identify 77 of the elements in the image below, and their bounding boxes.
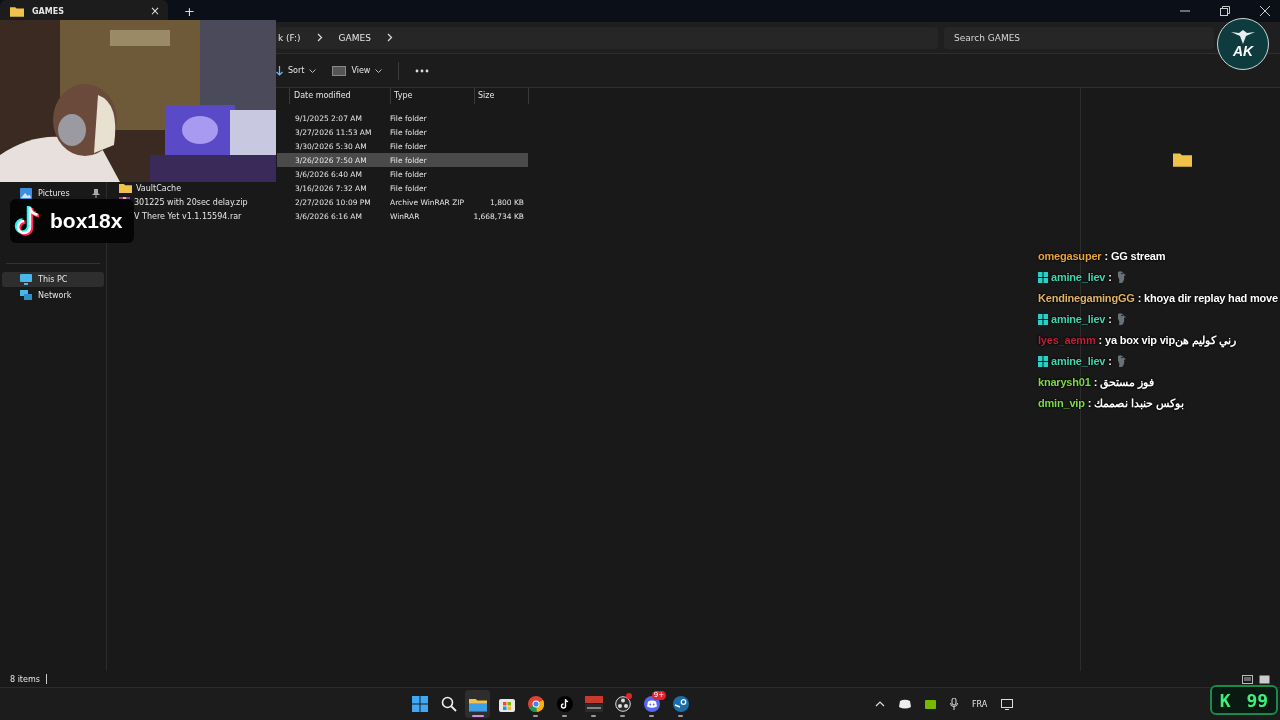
note-icon bbox=[556, 696, 573, 712]
separator-colon: : bbox=[1087, 397, 1092, 409]
column-header[interactable]: Type bbox=[391, 88, 475, 104]
caret-icon bbox=[309, 68, 317, 73]
item-count: 8 items bbox=[10, 674, 40, 684]
chat-username: omegasuper bbox=[1038, 250, 1102, 262]
sidebar-item[interactable]: This PC bbox=[2, 272, 104, 287]
gpu-icon[interactable] bbox=[925, 699, 936, 709]
search-icon bbox=[440, 696, 457, 712]
separator-colon: : bbox=[1108, 313, 1112, 325]
file-name: VaultCache bbox=[136, 183, 182, 193]
chat-username: dmin_vip bbox=[1038, 397, 1085, 409]
monitor-icon[interactable] bbox=[1001, 698, 1014, 710]
network-icon bbox=[20, 290, 32, 301]
file-name: 301225 with 20sec delay.zip bbox=[134, 197, 248, 207]
chat-app-icon bbox=[643, 696, 660, 712]
language-indicator[interactable]: FRA bbox=[972, 699, 988, 709]
toolbar-button[interactable]: View bbox=[332, 65, 383, 76]
separator-colon: : bbox=[1093, 376, 1098, 388]
column-header[interactable]: Date modified bbox=[289, 88, 391, 104]
close-tab-button[interactable]: × bbox=[149, 4, 160, 18]
file-name: V There Yet v1.1.15594.rar bbox=[134, 211, 242, 221]
taskbar-app[interactable] bbox=[465, 690, 490, 718]
chat-username: lyes_aemm bbox=[1038, 334, 1096, 346]
window-tab[interactable]: GAMES × bbox=[0, 0, 168, 22]
more-icon[interactable] bbox=[415, 68, 430, 73]
monitor-icon bbox=[20, 274, 32, 285]
restore-icon[interactable] bbox=[1220, 6, 1230, 16]
chat-message: ya box vip vipرني كوليم هن bbox=[1105, 333, 1237, 347]
chat-username: amine_liev bbox=[1051, 271, 1106, 283]
counter-badge: K 99 bbox=[1210, 685, 1278, 715]
record-icon bbox=[614, 696, 631, 712]
tiles-view-icon[interactable] bbox=[1259, 674, 1270, 684]
steam-icon bbox=[672, 696, 689, 712]
separator-colon: : bbox=[1098, 334, 1102, 346]
microphone-icon[interactable] bbox=[950, 698, 958, 710]
toolbar-button[interactable]: Sort bbox=[276, 65, 317, 76]
breadcrumb-item[interactable]: k (F:) bbox=[278, 32, 301, 43]
address-bar[interactable]: k (F:) GAMES bbox=[276, 26, 938, 49]
chat-username: knarysh01 bbox=[1038, 376, 1091, 388]
separator-colon: : bbox=[1108, 271, 1112, 283]
chat-username: amine_liev bbox=[1051, 313, 1106, 325]
chat-message: khoya dir replay had move bbox=[1144, 292, 1278, 304]
browser-icon bbox=[527, 696, 544, 712]
sidebar-item[interactable]: Pictures bbox=[2, 186, 104, 201]
chat-username: KendinegamingGG bbox=[1038, 292, 1135, 304]
column-header[interactable]: Size bbox=[475, 88, 529, 104]
sort-arrow-icon bbox=[276, 65, 283, 76]
bag-icon bbox=[498, 696, 515, 712]
mixer-icon bbox=[584, 696, 603, 712]
chat-message: فوز مستحق bbox=[1100, 375, 1155, 389]
picture-icon bbox=[20, 188, 32, 199]
details-view-icon[interactable] bbox=[1242, 674, 1253, 684]
chevron-up-icon[interactable] bbox=[875, 701, 885, 707]
chat-username: amine_liev bbox=[1051, 355, 1106, 367]
windows-icon bbox=[411, 696, 428, 712]
separator-colon: : bbox=[1108, 355, 1112, 367]
chat-message: بوكس حنبدا نصممك bbox=[1094, 396, 1185, 410]
handle-badge: box18x bbox=[10, 199, 134, 243]
close-icon[interactable] bbox=[1260, 6, 1270, 16]
folder-icon bbox=[10, 5, 24, 17]
separator-colon: : bbox=[1104, 250, 1108, 262]
search-field[interactable]: Search GAMES bbox=[944, 26, 1214, 49]
folder-icon bbox=[468, 696, 487, 712]
chevron-icon bbox=[386, 33, 393, 42]
eagle-icon bbox=[1231, 30, 1255, 44]
chat-message: GG stream bbox=[1110, 250, 1166, 262]
sidebar-item[interactable]: Network bbox=[2, 288, 104, 303]
view-icon bbox=[332, 65, 347, 76]
separator-colon: : bbox=[1137, 292, 1142, 304]
chevron-icon bbox=[316, 33, 323, 42]
tab-title: GAMES bbox=[32, 6, 65, 16]
caret-icon bbox=[375, 68, 383, 73]
folder-icon bbox=[1173, 152, 1192, 167]
breadcrumb-item[interactable]: GAMES bbox=[338, 32, 371, 43]
new-tab-button[interactable]: + bbox=[184, 3, 195, 19]
chat-app-icon[interactable] bbox=[899, 699, 911, 709]
